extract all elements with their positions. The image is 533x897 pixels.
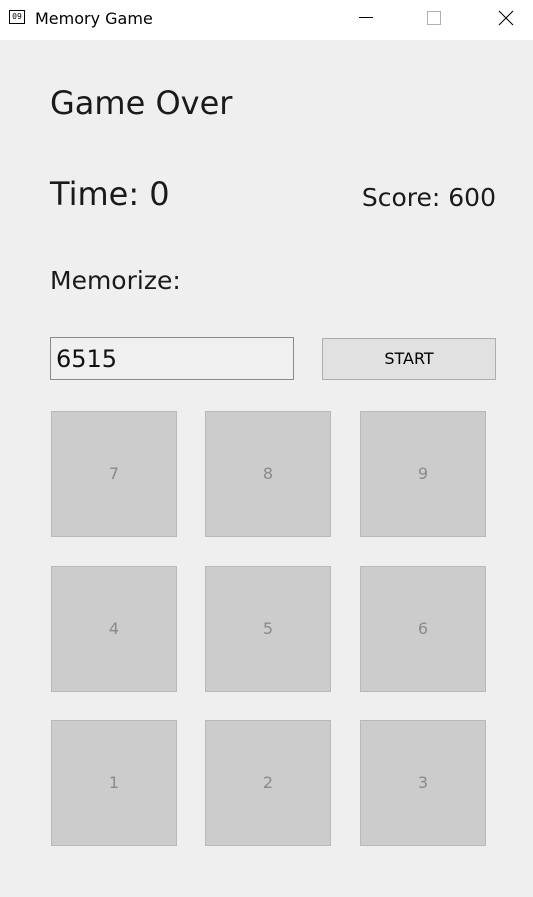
close-button[interactable] [483, 0, 529, 36]
key-9-button[interactable]: 9 [360, 411, 486, 537]
key-8-button[interactable]: 8 [205, 411, 331, 537]
window-title: Memory Game [35, 9, 153, 28]
close-icon [498, 10, 514, 26]
key-2-button[interactable]: 2 [205, 720, 331, 846]
time-label: Time: 0 [50, 175, 170, 213]
minimize-icon [359, 17, 373, 18]
memorize-label: Memorize: [50, 266, 181, 295]
key-7-button[interactable]: 7 [51, 411, 177, 537]
app-icon: 09 [9, 10, 25, 24]
score-label: Score: 600 [361, 183, 496, 212]
key-5-button[interactable]: 5 [205, 566, 331, 692]
code-input[interactable] [50, 337, 294, 380]
minimize-button[interactable] [343, 0, 389, 36]
key-6-button[interactable]: 6 [360, 566, 486, 692]
app-window: 09 Memory Game Game Over Time: 0 Score: … [0, 0, 533, 897]
key-4-button[interactable]: 4 [51, 566, 177, 692]
game-status-heading: Game Over [50, 84, 233, 122]
key-3-button[interactable]: 3 [360, 720, 486, 846]
key-1-button[interactable]: 1 [51, 720, 177, 846]
title-bar[interactable]: 09 Memory Game [0, 0, 533, 40]
maximize-button[interactable] [411, 0, 457, 36]
maximize-icon [427, 11, 441, 25]
start-button[interactable]: START [322, 338, 496, 380]
